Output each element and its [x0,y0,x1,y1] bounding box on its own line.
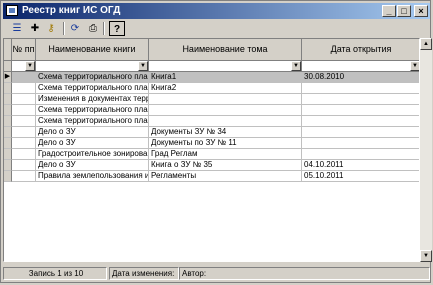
table-row[interactable]: Правила землепользования и застройкиРегл… [4,171,419,182]
cell-num[interactable] [12,138,36,149]
cell-open-date[interactable] [302,83,419,94]
toolbar: ☰ ✚ ⚷ ⟳ ⎙ ? [3,20,430,38]
add-icon[interactable]: ✚ [27,21,43,36]
cell-volume-name[interactable]: Документы по ЗУ № 11 [149,138,302,149]
cell-open-date[interactable]: 30.08.2010 [302,72,419,83]
cell-book-name[interactable]: Дело о ЗУ [36,127,149,138]
dropdown-arrow-icon[interactable]: ▼ [25,61,35,71]
cell-volume-name[interactable]: Град Реглам [149,149,302,160]
row-indicator: ▶ [4,72,12,83]
table-row[interactable]: Дело о ЗУ Документы по ЗУ № 11 [4,138,419,149]
cell-book-name[interactable]: Схема территориального планирования [36,83,149,94]
row-indicator [4,83,12,94]
scroll-up-icon[interactable]: ▲ [420,38,432,50]
cell-num[interactable] [12,116,36,127]
row-indicator [4,94,12,105]
cell-volume-name[interactable]: Регламенты [149,171,302,182]
status-bar: Запись 1 из 10 Дата изменения: Автор: [3,265,430,281]
cell-book-name[interactable]: Схема территориального планирования [36,72,149,83]
filter-open-date[interactable]: ▼ [302,61,419,72]
cell-open-date[interactable] [302,149,419,160]
filter-book-name[interactable]: ▼ [36,61,149,72]
table-row[interactable]: Дело о ЗУ Книга о ЗУ № 35 04.10.2011 [4,160,419,171]
filter-volume-name[interactable]: ▼ [149,61,302,72]
cell-num[interactable] [12,160,36,171]
cell-volume-name[interactable] [149,105,302,116]
books-grid[interactable]: № пп Наименование книги Наименование том… [3,38,420,262]
cell-volume-name[interactable] [149,116,302,127]
cell-open-date[interactable] [302,116,419,127]
cell-num[interactable] [12,171,36,182]
cell-num[interactable] [12,94,36,105]
cell-book-name[interactable]: Дело о ЗУ [36,138,149,149]
minimize-button[interactable]: _ [382,5,396,17]
table-row[interactable]: Схема территориального планирования [4,116,419,127]
toolbar-separator [103,22,105,35]
cell-open-date[interactable]: 05.10.2011 [302,171,419,182]
dropdown-arrow-icon[interactable]: ▼ [138,61,148,71]
maximize-button[interactable]: □ [397,5,411,17]
row-indicator [4,105,12,116]
header-book-name[interactable]: Наименование книги [36,39,149,61]
header-num[interactable]: № пп [12,39,36,61]
dropdown-arrow-icon[interactable]: ▼ [410,61,419,71]
toolbar-separator [63,22,65,35]
print-icon[interactable]: ⎙ [85,21,101,36]
table-row[interactable]: ▶ Схема территориального планированияКниг… [4,72,419,83]
table-row[interactable]: Схема территориального планированияКнига… [4,83,419,94]
close-button[interactable]: × [414,5,428,17]
cell-open-date[interactable] [302,138,419,149]
cell-open-date[interactable] [302,127,419,138]
row-indicator [4,171,12,182]
list-icon[interactable]: ☰ [9,21,25,36]
cell-book-name[interactable]: Правила землепользования и застройки [36,171,149,182]
table-row[interactable]: Изменения в документах территориального … [4,94,419,105]
table-row[interactable]: Дело о ЗУ Документы ЗУ № 34 [4,127,419,138]
header-open-date[interactable]: Дата открытия [302,39,419,61]
main-window: Реестр книг ИС ОГД _ □ × ☰ ✚ ⚷ ⟳ ⎙ ? № п… [0,0,432,283]
cell-book-name[interactable]: Градостроительное зонирование [36,149,149,160]
refresh-icon[interactable]: ⟳ [67,21,83,36]
row-indicator [4,149,12,160]
table-row[interactable]: Схема территориального планирования [4,105,419,116]
cell-volume-name[interactable]: Книга2 [149,83,302,94]
cell-num[interactable] [12,127,36,138]
table-row[interactable]: Градостроительное зонирование Град Реглам [4,149,419,160]
row-indicator [4,160,12,171]
cell-volume-name[interactable]: Документы ЗУ № 34 [149,127,302,138]
header-volume-name[interactable]: Наименование тома [149,39,302,61]
vertical-scrollbar[interactable]: ▲ ▼ [420,38,432,262]
scroll-down-icon[interactable]: ▼ [420,250,432,262]
filter-indicator [4,61,12,72]
cell-num[interactable] [12,149,36,160]
record-counter: Запись 1 из 10 [3,267,107,280]
cell-book-name[interactable]: Дело о ЗУ [36,160,149,171]
filter-num[interactable]: ▼ [12,61,36,72]
current-row-icon: ▶ [4,73,11,80]
cell-book-name[interactable]: Схема территориального планирования [36,116,149,127]
row-indicator [4,138,12,149]
key-icon[interactable]: ⚷ [43,21,59,36]
window-title: Реестр книг ИС ОГД [22,5,121,16]
cell-book-name[interactable]: Схема территориального планирования [36,105,149,116]
cell-book-name[interactable]: Изменения в документах территориального … [36,94,149,105]
change-date-label: Дата изменения: [109,267,179,280]
row-indicator [4,127,12,138]
help-icon[interactable]: ? [109,21,125,36]
row-indicator [4,116,12,127]
header-indicator [4,39,12,61]
cell-open-date[interactable]: 04.10.2011 [302,160,419,171]
cell-num[interactable] [12,72,36,83]
cell-num[interactable] [12,105,36,116]
author-label: Автор: [179,267,430,280]
app-icon [6,5,18,16]
cell-volume-name[interactable]: Книга о ЗУ № 35 [149,160,302,171]
dropdown-arrow-icon[interactable]: ▼ [291,61,301,71]
cell-num[interactable] [12,83,36,94]
cell-volume-name[interactable] [149,94,302,105]
cell-open-date[interactable] [302,105,419,116]
cell-open-date[interactable] [302,94,419,105]
cell-volume-name[interactable]: Книга1 [149,72,302,83]
title-bar[interactable]: Реестр книг ИС ОГД _ □ × [3,3,430,19]
